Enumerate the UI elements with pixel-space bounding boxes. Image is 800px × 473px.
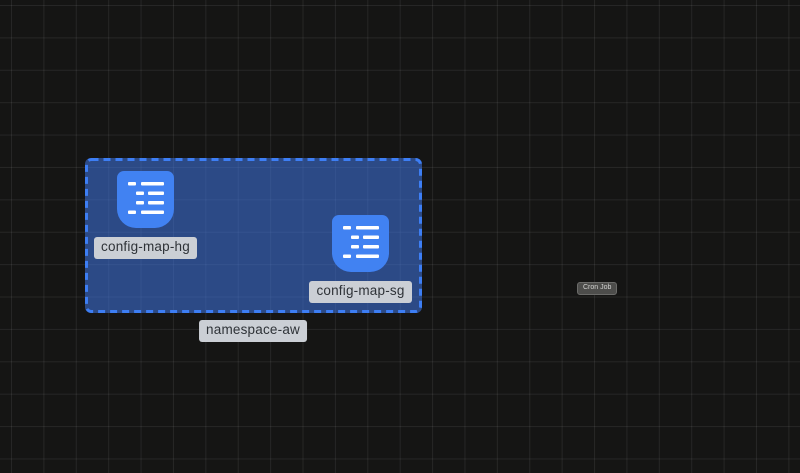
- cronjob-chip[interactable]: Cron Job: [577, 282, 617, 295]
- node-label-config-map-hg[interactable]: config-map-hg: [94, 237, 197, 259]
- node-config-map-hg[interactable]: config-map-hg: [117, 171, 174, 259]
- node-label-config-map-sg[interactable]: config-map-sg: [309, 281, 411, 303]
- configmap-icon: [332, 215, 389, 272]
- configmap-icon: [117, 171, 174, 228]
- node-config-map-sg[interactable]: config-map-sg: [332, 215, 389, 303]
- namespace-group-box[interactable]: config-map-hg config-map-sg: [85, 158, 422, 313]
- diagram-canvas[interactable]: config-map-hg config-map-sg namespace-aw…: [0, 0, 800, 473]
- namespace-label[interactable]: namespace-aw: [199, 320, 307, 342]
